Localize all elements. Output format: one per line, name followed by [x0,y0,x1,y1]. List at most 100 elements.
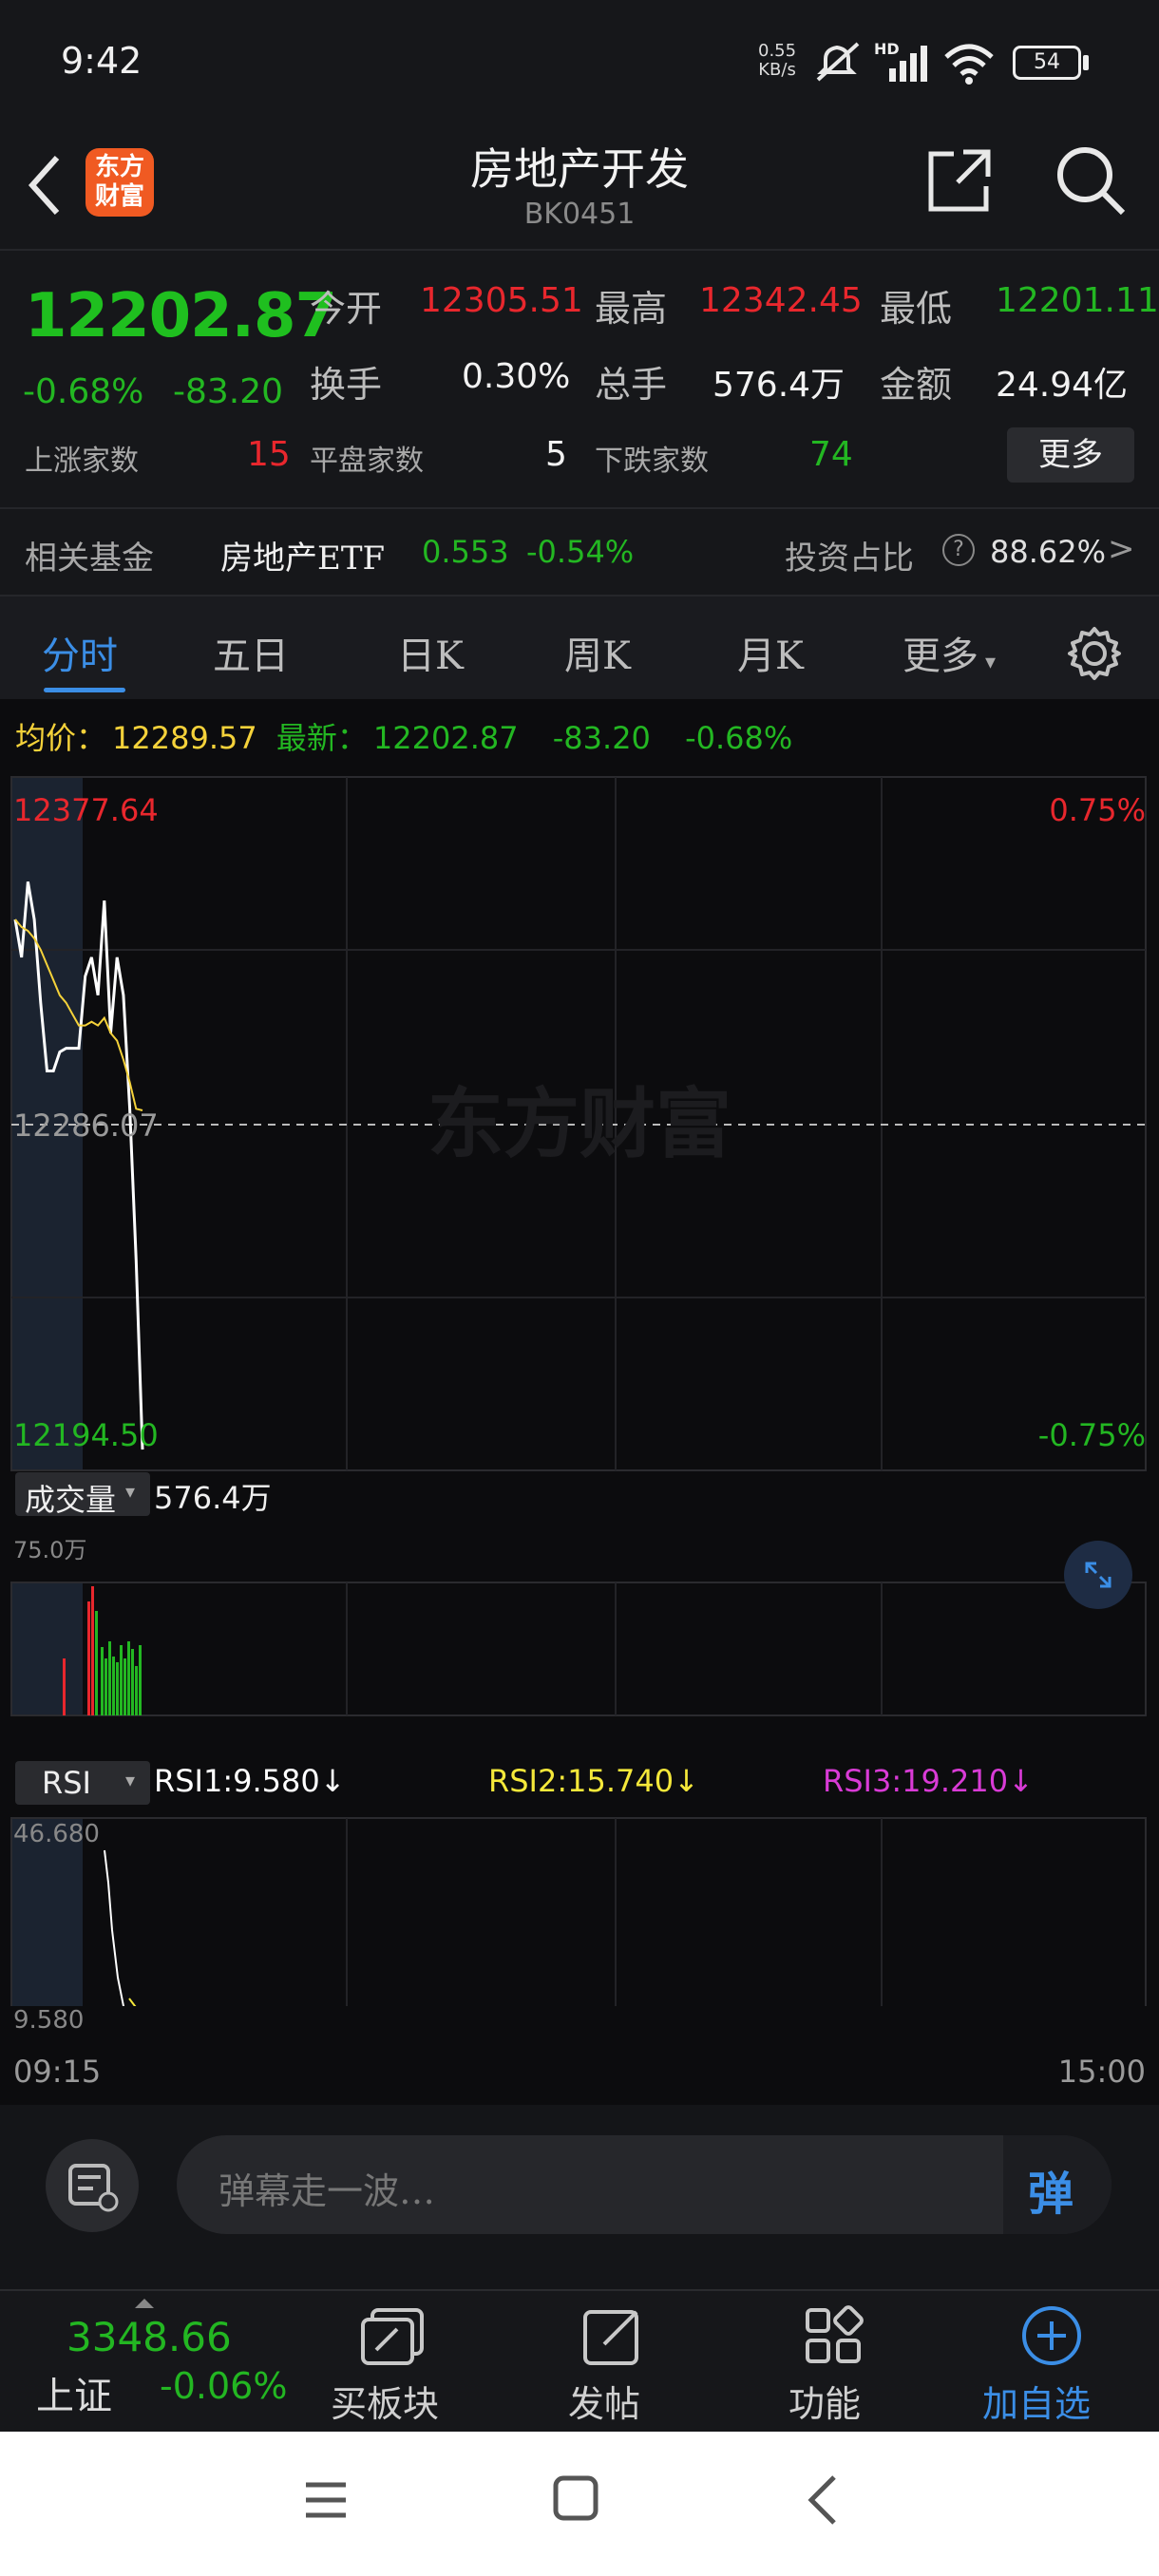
index-name[interactable]: 上证 [36,2365,112,2420]
chart-svg[interactable]: 东方财富 [0,766,1159,1867]
volume-bar [139,1645,142,1715]
more-stats-button[interactable]: 更多 [1007,427,1134,483]
volume-selector-label: 成交量 [25,1482,117,1518]
chevron-right-icon: > [1108,530,1135,568]
low-label: 最低 [880,288,953,330]
edit-icon [583,2310,638,2365]
tab-five-day[interactable]: 五日 [213,625,289,680]
chart-tabs: 分时 五日 日K 周K 月K 更多 ▾ [0,595,1159,701]
add-watchlist-button[interactable]: 加自选 [978,2291,1121,2434]
high-label: 最高 [595,288,668,330]
net-speed: 0.55 KB/s [758,42,796,80]
time-end-label: 15:00 [1057,2054,1146,2090]
share-icon[interactable] [925,146,994,215]
index-change[interactable]: -0.06% [160,2365,287,2407]
volume-bar [116,1662,119,1715]
volume-bar [87,1601,90,1715]
flat-count-label: 平盘家数 [310,445,424,478]
tab-more-label: 更多 [902,635,978,678]
up-count: 15 [247,435,291,474]
volume-bar [91,1586,94,1715]
amount-label: 金额 [880,364,953,406]
tab-monthly-k[interactable]: 月K [737,625,804,680]
rsi-bottom-label: 9.580 [13,2006,85,2035]
tab-intraday[interactable]: 分时 [42,625,118,680]
battery-tip [1083,55,1089,70]
tab-weekly-k[interactable]: 周K [564,625,631,680]
volume-total: 576.4万 [154,1480,272,1516]
home-icon[interactable] [551,2473,600,2523]
volume-pre-band [12,1583,83,1714]
volume-indicator-selector[interactable]: 成交量 ▾ [15,1472,150,1518]
rsi-frame [10,1817,1147,2006]
net-speed-unit: KB/s [758,60,796,80]
battery-icon: 54 [1013,46,1081,80]
fund-label: 相关基金 [25,540,154,578]
related-fund-row[interactable]: 相关基金 房地产ETF 0.553 -0.54% 投资占比 ? 88.62% > [0,507,1159,595]
high-value: 12342.45 [699,281,863,320]
tab-active-indicator [44,688,125,692]
danmu-bar: 弹幕走一波… 弹 [0,2105,1159,2295]
latest-price: 12202.87 [372,720,519,756]
danmu-settings-icon[interactable] [46,2139,139,2232]
fund-price: 0.553 [422,534,509,570]
time-start-label: 09:15 [13,2054,102,2090]
menu-icon[interactable] [302,2477,350,2525]
up-count-label: 上涨家数 [25,445,139,478]
search-icon[interactable] [1053,142,1129,218]
dropdown-arrow-icon: ▾ [125,1769,136,1791]
grid-icon [806,2305,864,2363]
turnover-value: 0.30% [462,357,571,396]
post-button[interactable]: 发帖 [540,2291,682,2434]
avg-price: 12289.57 [112,720,257,756]
pct-bottom-label: -0.75% [1037,1417,1146,1453]
rsi-top-label: 46.680 [13,1820,100,1848]
functions-label: 功能 [788,2383,862,2425]
header: 东方财富 房地产开发 BK0451 [0,123,1159,249]
post-label: 发帖 [568,2383,641,2425]
volume-bar [124,1658,126,1715]
quote-panel: 12202.87 -0.68% -83.20 今开 12305.51 最高 12… [0,249,1159,507]
tab-daily-k[interactable]: 日K [397,625,464,680]
price-bottom-label: 12194.50 [13,1417,159,1453]
volume-bar [95,1611,98,1715]
signal-icon [889,46,927,82]
volume-bar [63,1658,66,1715]
fund-name: 房地产ETF [220,540,386,578]
rsi-chart-svg[interactable] [0,1816,1159,2006]
index-value[interactable]: 3348.66 [66,2314,232,2360]
settings-gear-icon[interactable] [1066,625,1123,682]
watermark: 东方财富 [428,1080,732,1168]
price-top-label: 12377.64 [13,792,159,828]
danmu-send-button[interactable]: 弹 [1003,2135,1112,2234]
latest-change: -83.20 [552,720,651,756]
functions-button[interactable]: 功能 [760,2291,902,2434]
volume-bar [135,1666,138,1715]
rsi2-line [128,1998,137,2006]
pct-top-label: 0.75% [1049,792,1146,828]
danmu-send-icon: 弹 [1028,2168,1074,2221]
tab-more[interactable]: 更多 ▾ [902,625,996,680]
up-caret-icon [135,2299,154,2308]
volume-bar [112,1657,115,1715]
down-count-label: 下跌家数 [595,445,709,478]
change-pct: -0.68% [23,372,144,411]
rsi-selector-label: RSI [42,1765,91,1801]
change-value: -83.20 [173,372,284,411]
avg-latest-line: 均价： 12289.57 最新： 12202.87 -83.20 -0.68% [15,714,792,758]
buy-sector-button[interactable]: 买板块 [321,2291,464,2434]
volume-bar [127,1641,130,1715]
rsi1-line [104,1849,125,2006]
back-icon[interactable] [804,2473,842,2527]
help-icon[interactable]: ? [942,534,975,566]
rsi-indicator-selector[interactable]: RSI ▾ [15,1761,150,1805]
add-circle-icon [1022,2306,1081,2365]
expand-icon[interactable] [1064,1541,1132,1609]
status-time: 9:42 [61,40,142,82]
amount-value: 24.94亿 [996,366,1129,405]
volume-bar [104,1658,107,1715]
danmu-input[interactable]: 弹幕走一波… 弹 [177,2135,1112,2234]
avg-label: 均价： [15,720,107,756]
flat-count: 5 [545,435,567,474]
volume-bar [108,1641,111,1715]
